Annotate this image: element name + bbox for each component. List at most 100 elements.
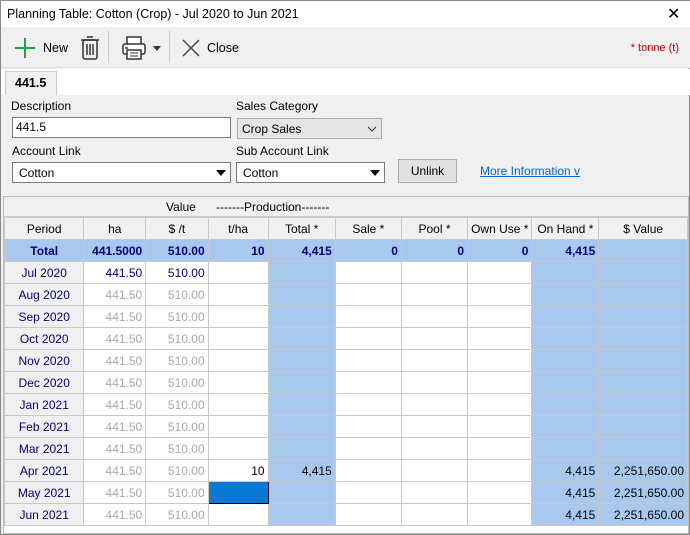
data-cell[interactable]: 510.00 (145, 459, 209, 482)
data-cell[interactable] (267, 437, 336, 460)
more-information-link[interactable]: More Information v (480, 164, 580, 178)
close-button[interactable]: Close (181, 38, 239, 58)
data-cell[interactable]: 441.50 (83, 371, 147, 394)
data-cell[interactable] (207, 415, 269, 438)
data-cell[interactable]: 441.50 (83, 283, 147, 306)
account-link-select[interactable]: Cotton (12, 162, 231, 183)
data-cell[interactable]: 4,415 (531, 481, 600, 504)
data-cell[interactable] (334, 305, 402, 328)
data-cell[interactable] (334, 481, 402, 504)
data-cell[interactable]: 441.50 (83, 327, 147, 350)
total-cell[interactable]: 0 (400, 239, 469, 262)
total-cell[interactable]: 0 (467, 239, 533, 262)
data-cell[interactable]: 2,251,650.00 (598, 503, 688, 526)
column-header-on-hand[interactable]: On Hand * (531, 217, 600, 240)
total-cell[interactable]: 510.00 (145, 239, 209, 262)
data-cell[interactable] (207, 437, 269, 460)
data-cell[interactable] (598, 371, 688, 394)
data-cell[interactable] (400, 503, 469, 526)
data-cell[interactable] (467, 503, 533, 526)
data-cell[interactable] (400, 393, 469, 416)
data-cell[interactable] (267, 327, 336, 350)
data-cell[interactable] (598, 261, 688, 284)
total-cell[interactable]: 0 (334, 239, 402, 262)
data-cell[interactable] (207, 393, 269, 416)
data-cell[interactable]: 510.00 (145, 503, 209, 526)
data-cell[interactable] (207, 481, 269, 504)
data-cell[interactable]: 441.50 (83, 393, 147, 416)
data-cell[interactable] (467, 305, 533, 328)
column-header-total[interactable]: Total * (267, 217, 336, 240)
data-cell[interactable] (334, 437, 402, 460)
data-cell[interactable] (207, 305, 269, 328)
column-header-ha[interactable]: ha (83, 217, 147, 240)
tab-441-5[interactable]: 441.5 (5, 71, 57, 95)
data-cell[interactable] (207, 503, 269, 526)
data-cell[interactable] (334, 415, 402, 438)
window-close-icon[interactable]: ✕ (667, 4, 680, 24)
data-cell[interactable]: 510.00 (145, 327, 209, 350)
data-cell[interactable] (531, 327, 600, 350)
sales-category-select[interactable]: Crop Sales (237, 118, 382, 139)
data-cell[interactable]: 441.50 (83, 503, 147, 526)
data-cell[interactable] (598, 415, 688, 438)
data-cell[interactable] (207, 283, 269, 306)
data-cell[interactable] (267, 481, 336, 504)
data-cell[interactable] (531, 349, 600, 372)
data-cell[interactable] (467, 393, 533, 416)
data-cell[interactable] (334, 349, 402, 372)
data-cell[interactable]: 2,251,650.00 (598, 459, 688, 482)
data-cell[interactable] (531, 393, 600, 416)
data-cell[interactable] (267, 371, 336, 394)
data-cell[interactable] (400, 349, 469, 372)
data-cell[interactable] (400, 371, 469, 394)
total-cell[interactable]: 10 (207, 239, 269, 262)
total-cell[interactable]: 441.5000 (83, 239, 147, 262)
data-cell[interactable]: 4,415 (531, 459, 600, 482)
data-cell[interactable] (531, 261, 600, 284)
total-cell[interactable]: 4,415 (531, 239, 600, 262)
data-cell[interactable] (334, 393, 402, 416)
data-cell[interactable] (531, 283, 600, 306)
data-cell[interactable]: 4,415 (531, 503, 600, 526)
data-cell[interactable] (467, 459, 533, 482)
data-cell[interactable] (531, 305, 600, 328)
total-cell[interactable] (598, 239, 688, 262)
data-cell[interactable] (267, 349, 336, 372)
data-cell[interactable] (334, 459, 402, 482)
data-cell[interactable] (334, 261, 402, 284)
data-cell[interactable] (467, 349, 533, 372)
data-cell[interactable] (467, 415, 533, 438)
data-cell[interactable] (267, 283, 336, 306)
data-cell[interactable] (334, 503, 402, 526)
column-header-t[interactable]: $ /t (145, 217, 209, 240)
data-cell[interactable] (531, 415, 600, 438)
data-cell[interactable] (334, 371, 402, 394)
data-cell[interactable]: 441.50 (83, 349, 147, 372)
data-cell[interactable] (400, 261, 469, 284)
data-cell[interactable]: 441.50 (83, 459, 147, 482)
data-cell[interactable] (207, 349, 269, 372)
column-header-own-use[interactable]: Own Use * (467, 217, 533, 240)
data-cell[interactable] (467, 371, 533, 394)
data-cell[interactable]: 510.00 (145, 305, 209, 328)
data-cell[interactable] (467, 437, 533, 460)
data-cell[interactable]: 441.50 (83, 261, 147, 284)
data-cell[interactable] (267, 415, 336, 438)
data-cell[interactable]: 510.00 (145, 283, 209, 306)
column-header-sale[interactable]: Sale * (334, 217, 402, 240)
data-cell[interactable]: 2,251,650.00 (598, 481, 688, 504)
data-cell[interactable] (467, 481, 533, 504)
data-cell[interactable] (531, 371, 600, 394)
data-cell[interactable] (400, 459, 469, 482)
delete-button[interactable] (80, 35, 100, 64)
data-cell[interactable] (598, 327, 688, 350)
data-cell[interactable] (467, 283, 533, 306)
column-header-pool[interactable]: Pool * (400, 217, 469, 240)
data-cell[interactable] (400, 481, 469, 504)
data-cell[interactable] (267, 393, 336, 416)
column-header-t-ha[interactable]: t/ha (207, 217, 269, 240)
print-button[interactable] (121, 35, 161, 61)
description-input[interactable]: 441.5 (12, 117, 231, 138)
data-cell[interactable]: 510.00 (145, 415, 209, 438)
